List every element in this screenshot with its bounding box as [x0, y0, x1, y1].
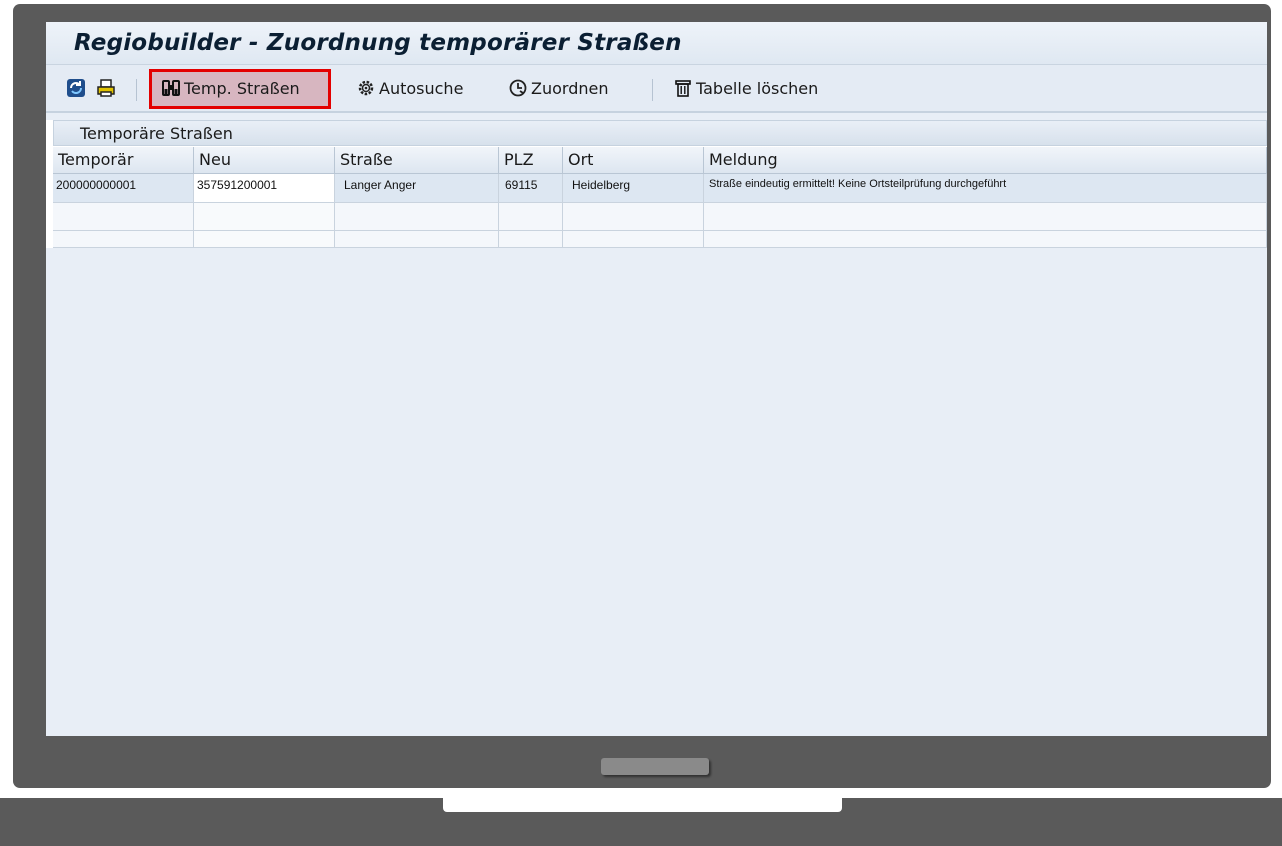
cell-empty[interactable]: [563, 203, 704, 231]
print-icon: [96, 78, 116, 98]
cell-temporaer[interactable]: 200000000001: [53, 174, 194, 203]
table-row[interactable]: 200000000001 357591200001 Langer Anger 6…: [53, 174, 1267, 203]
column-header-neu[interactable]: Neu: [194, 147, 335, 174]
cell-empty[interactable]: [704, 231, 1267, 248]
cell-empty[interactable]: [499, 203, 563, 231]
table-temporaere-strassen: Temporäre Straßen Temporär Neu Straße PL…: [46, 120, 1267, 248]
autosuche-button[interactable]: Autosuche: [356, 78, 463, 98]
table-row-empty[interactable]: [53, 231, 1267, 248]
cell-strasse[interactable]: Langer Anger: [335, 174, 499, 203]
cell-empty[interactable]: [499, 231, 563, 248]
trash-icon: [673, 78, 693, 98]
table-row-empty[interactable]: [53, 203, 1267, 231]
column-header-strasse[interactable]: Straße: [335, 147, 499, 174]
cell-ort[interactable]: Heidelberg: [563, 174, 704, 203]
refresh-button[interactable]: [66, 78, 86, 98]
cell-empty[interactable]: [563, 231, 704, 248]
cell-meldung[interactable]: Straße eindeutig ermittelt! Keine Ortste…: [704, 174, 1267, 203]
cell-empty[interactable]: [335, 203, 499, 231]
column-header-meldung[interactable]: Meldung: [704, 147, 1267, 174]
page-title: Regiobuilder - Zuordnung temporärer Stra…: [74, 30, 682, 56]
column-header-plz[interactable]: PLZ: [499, 147, 563, 174]
cell-empty[interactable]: [53, 203, 194, 231]
cell-empty[interactable]: [53, 231, 194, 248]
temp-strassen-button[interactable]: Temp. Straßen: [161, 78, 300, 98]
table-title-bar: Temporäre Straßen: [53, 120, 1267, 146]
toolbar-separator: [652, 79, 653, 101]
cell-plz[interactable]: 69115: [499, 174, 563, 203]
monitor-frame: Regiobuilder - Zuordnung temporärer Stra…: [13, 4, 1271, 788]
app-screen: Regiobuilder - Zuordnung temporärer Stra…: [46, 22, 1267, 736]
tabelle-loeschen-label: Tabelle löschen: [696, 78, 819, 98]
toolbar: Temp. Straßen Autosuche Zuordnen Tabelle…: [46, 65, 1267, 113]
toolbar-separator: [136, 79, 137, 101]
tabelle-loeschen-button[interactable]: Tabelle löschen: [673, 78, 818, 98]
autosuche-label: Autosuche: [379, 78, 464, 98]
column-header-temporaer[interactable]: Temporär: [53, 147, 194, 174]
assign-icon: [508, 78, 528, 98]
title-bar: Regiobuilder - Zuordnung temporärer Stra…: [46, 22, 1267, 65]
cell-neu-input[interactable]: 357591200001: [194, 174, 335, 203]
binoculars-icon: [161, 78, 181, 98]
monitor-handle: [601, 758, 709, 775]
zuordnen-button[interactable]: Zuordnen: [508, 78, 608, 98]
zuordnen-label: Zuordnen: [531, 78, 609, 98]
temp-strassen-label: Temp. Straßen: [184, 78, 300, 98]
cell-empty[interactable]: [194, 231, 335, 248]
cell-empty[interactable]: [704, 203, 1267, 231]
laptop-notch: [443, 798, 842, 812]
gear-icon: [356, 78, 376, 98]
print-button[interactable]: [96, 78, 116, 98]
table-title: Temporäre Straßen: [80, 124, 233, 143]
refresh-icon: [66, 78, 86, 98]
column-header-ort[interactable]: Ort: [563, 147, 704, 174]
cell-empty[interactable]: [194, 203, 335, 231]
cell-empty[interactable]: [335, 231, 499, 248]
